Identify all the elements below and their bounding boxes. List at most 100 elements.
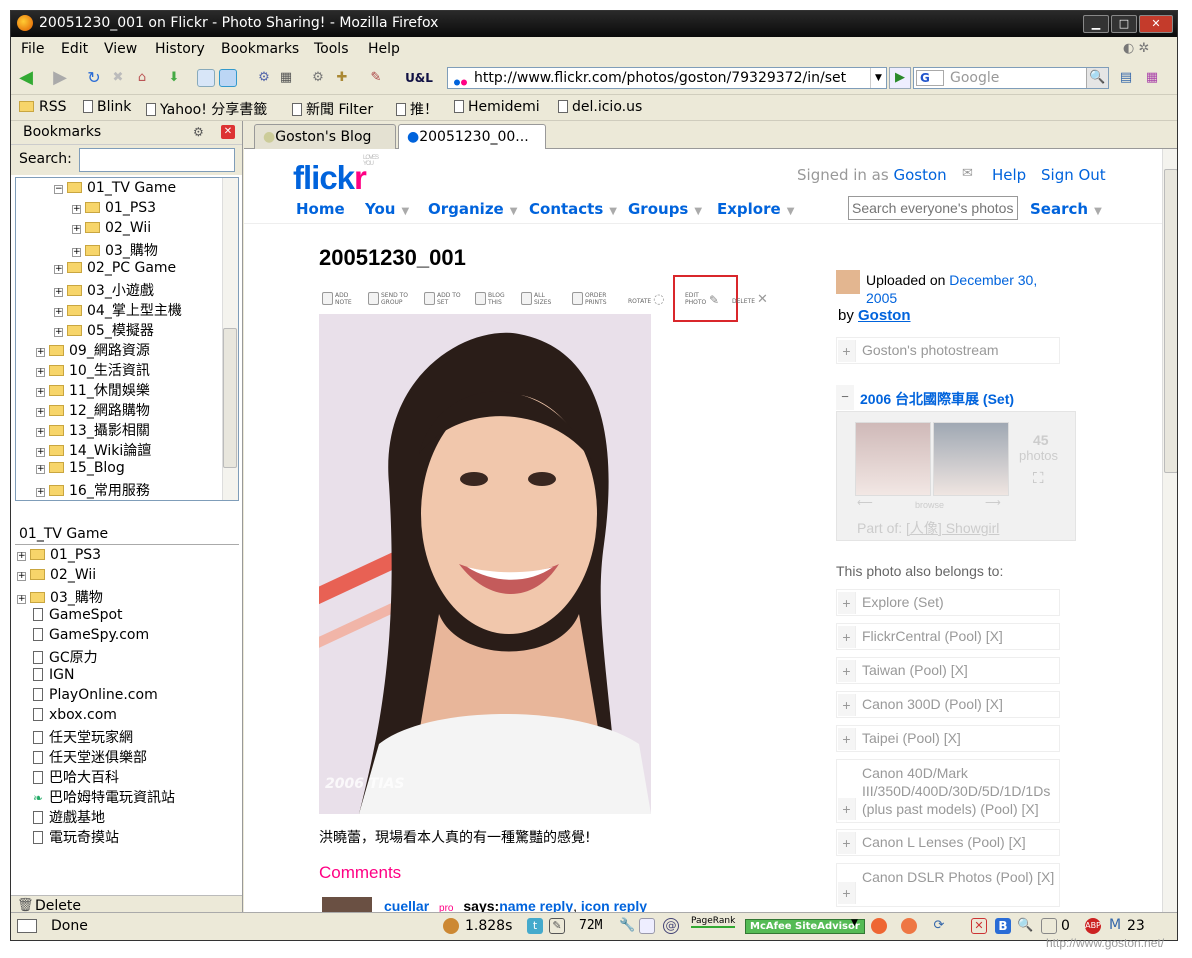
tree-folder[interactable]: +12_網路購物	[36, 400, 150, 420]
menu-history[interactable]: History	[155, 41, 205, 57]
nav-home[interactable]: Home	[296, 200, 345, 218]
maximize-button[interactable]: □	[1111, 15, 1137, 33]
group-item[interactable]: + Canon DSLR Photos (Pool) [X]	[836, 863, 1060, 907]
nav-explore[interactable]: Explore ▼	[717, 200, 794, 218]
expand-icon[interactable]: +	[838, 626, 856, 648]
delete-action[interactable]: DELETE ✕	[732, 293, 768, 306]
list-item[interactable]: GameSpot	[33, 607, 123, 627]
edit-icon[interactable]: ✎	[549, 918, 565, 934]
nav-you[interactable]: You ▼	[365, 200, 409, 218]
bookmark-hemidemi[interactable]: Hemidemi	[454, 99, 540, 115]
uploader-avatar[interactable]	[836, 270, 860, 294]
tree-folder[interactable]: +16_常用服務	[36, 480, 150, 500]
mcafee-siteadvisor[interactable]: McAfee SiteAdvisor	[745, 919, 865, 934]
list-item[interactable]: +02_Wii	[17, 567, 96, 587]
scrollbar-thumb[interactable]	[223, 328, 237, 468]
bookmark-push[interactable]: 推！	[396, 99, 438, 119]
list-item[interactable]: 任天堂迷俱樂部	[33, 747, 147, 767]
pro-badge[interactable]: pro	[439, 903, 453, 912]
url-lookup-icon[interactable]: U&L	[401, 69, 437, 87]
list-item[interactable]: PlayOnline.com	[33, 687, 158, 707]
tool-icon[interactable]: 🔧	[619, 918, 635, 934]
menu-view[interactable]: View	[104, 41, 137, 57]
expand-icon[interactable]: +	[838, 832, 856, 854]
mcafee-dropdown-icon[interactable]: ▼	[851, 918, 858, 928]
all-sizes-action[interactable]: ALL SIZES	[521, 292, 558, 306]
page-scrollbar[interactable]	[1162, 149, 1177, 912]
extension-icon[interactable]: ⚙	[255, 69, 273, 87]
b-icon[interactable]: B	[995, 918, 1011, 934]
icon-reply-link[interactable]: icon reply	[581, 898, 647, 912]
list-item[interactable]: GC原力	[33, 647, 98, 667]
flickr-search-input[interactable]	[848, 196, 1018, 220]
photo-title[interactable]: 20051230_001	[319, 245, 466, 271]
sidebar-close-icon[interactable]: ✕	[221, 125, 235, 139]
chart-icon[interactable]	[1041, 918, 1057, 934]
tree-folder[interactable]: +02_PC Game	[54, 260, 176, 280]
scrollbar-thumb[interactable]	[1164, 169, 1177, 473]
fasterfox-icon[interactable]	[443, 918, 459, 934]
firefox-status-icon[interactable]	[871, 918, 887, 934]
list-item[interactable]: 任天堂玩家網	[33, 727, 133, 747]
add-note-action[interactable]: ADD NOTE	[322, 292, 359, 306]
monkey-icon[interactable]	[901, 918, 917, 934]
toolbar-extra-icon-2[interactable]: ▦	[1143, 69, 1161, 87]
add-to-set-action[interactable]: ADD TO SET	[424, 292, 463, 306]
photostream-box[interactable]: + Goston's photostream	[836, 337, 1060, 364]
prev-arrow-icon[interactable]: ⟵	[857, 496, 873, 509]
sync-icon[interactable]: ⟳	[931, 918, 947, 934]
expand-icon[interactable]: +	[838, 340, 856, 362]
mail-icon[interactable]: ✉	[962, 166, 973, 181]
rotate-action[interactable]: ROTATE ◌	[628, 293, 664, 306]
tree-folder[interactable]: +03_小遊戲	[54, 280, 154, 300]
menu-file[interactable]: File	[21, 41, 44, 57]
minimize-button[interactable]: ▁	[1083, 15, 1109, 33]
menu-help[interactable]: Help	[368, 41, 400, 57]
sidebar-search-input[interactable]	[79, 148, 235, 172]
group-item[interactable]: + Explore (Set)	[836, 589, 1060, 616]
address-bar[interactable]: http://www.flickr.com/photos/goston/7932…	[447, 67, 887, 89]
bookmark-rss[interactable]: RSS	[19, 99, 67, 115]
tree-folder[interactable]: +03_購物	[72, 240, 158, 260]
expand-icon[interactable]: +	[838, 694, 856, 716]
sidebar-history-icon[interactable]	[197, 69, 215, 87]
slideshow-icon[interactable]: ⛶	[1033, 470, 1044, 487]
bookmark-yahoo[interactable]: Yahoo! 分享書籤	[146, 99, 267, 119]
bookmark-news-filter[interactable]: 新聞 Filter	[292, 99, 373, 119]
toolbar-extra-icon[interactable]: ▤	[1117, 69, 1135, 87]
download-icon[interactable]: ⬇	[165, 69, 183, 87]
expand-icon[interactable]: +	[838, 798, 856, 820]
part-of-link[interactable]: [人像] Showgirl	[906, 520, 999, 536]
tree-folder[interactable]: +15_Blog	[36, 460, 125, 480]
forward-icon[interactable]: ▶	[51, 69, 69, 87]
tree-folder[interactable]: +13_攝影相關	[36, 420, 150, 440]
set-thumbnail-prev[interactable]	[855, 422, 931, 496]
page-info-icon[interactable]	[639, 918, 655, 934]
back-icon[interactable]: ◀	[17, 69, 35, 87]
tree-folder[interactable]: +01_PS3	[72, 200, 156, 220]
set-title[interactable]: 2006 台北國際車展 (Set)	[860, 389, 1014, 409]
group-item[interactable]: + Taipei (Pool) [X]	[836, 725, 1060, 752]
window-icon[interactable]: ▦	[277, 69, 295, 87]
sidebar-options-icon[interactable]: ⚙	[193, 125, 204, 139]
list-item[interactable]: GameSpy.com	[33, 627, 149, 647]
signed-in-user[interactable]: Goston	[893, 166, 946, 184]
settings-gear-icon[interactable]: ⚙	[309, 69, 327, 87]
commenter-avatar[interactable]	[322, 897, 372, 912]
go-button[interactable]: ▶	[889, 67, 911, 89]
list-item[interactable]: 巴哈大百科	[33, 767, 119, 787]
tree-scrollbar[interactable]	[222, 178, 238, 500]
list-item[interactable]: 遊戲基地	[33, 807, 105, 827]
tree-folder[interactable]: +14_Wiki論譠	[36, 440, 151, 460]
group-item[interactable]: + Canon L Lenses (Pool) [X]	[836, 829, 1060, 856]
magnifier-status-icon[interactable]: 🔍	[1017, 918, 1033, 934]
nav-organize[interactable]: Organize ▼	[428, 200, 517, 218]
flickr-search-button[interactable]: Search ▼	[1030, 200, 1102, 218]
list-item[interactable]: IGN	[33, 667, 74, 687]
group-item[interactable]: + Taiwan (Pool) [X]	[836, 657, 1060, 684]
menu-tools[interactable]: Tools	[314, 41, 349, 57]
menu-bookmarks[interactable]: Bookmarks	[221, 41, 299, 57]
bookmark-blink[interactable]: Blink	[83, 99, 131, 115]
name-reply-link[interactable]: name reply	[499, 898, 573, 912]
tree-folder[interactable]: +10_生活資訊	[36, 360, 150, 380]
